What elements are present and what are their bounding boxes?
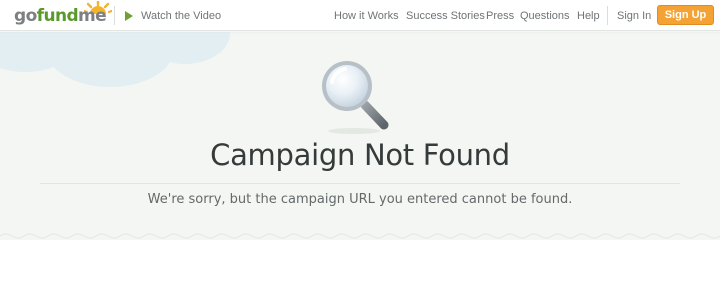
wavy-divider [0,230,720,239]
header-divider [607,6,608,25]
logo-fund: fund [36,6,79,26]
logo-go: go [14,6,37,26]
nav-how-it-works[interactable]: How it Works [334,0,399,31]
sign-in-link[interactable]: Sign In [617,0,651,31]
nav-press[interactable]: Press [486,0,514,31]
magnifier-icon [322,61,389,134]
sign-up-button[interactable]: Sign Up [657,5,714,25]
not-found-message: We're sorry, but the campaign URL you en… [147,192,573,207]
play-icon [125,10,133,21]
watch-video-label: Watch the Video [141,9,222,22]
nav-help[interactable]: Help [577,0,600,31]
header-divider [114,6,115,25]
title-divider [40,183,680,184]
top-navigation-bar: gofundme Watch the Video How it Works Su… [0,0,720,31]
logo-wordmark: gofundme [14,6,107,26]
page-title: Campaign Not Found [210,138,510,172]
nav-success-stories[interactable]: Success Stories [406,0,485,31]
nav-questions[interactable]: Questions [520,0,570,31]
logo-me: me [78,6,107,26]
watch-video-link[interactable]: Watch the Video [125,0,221,31]
